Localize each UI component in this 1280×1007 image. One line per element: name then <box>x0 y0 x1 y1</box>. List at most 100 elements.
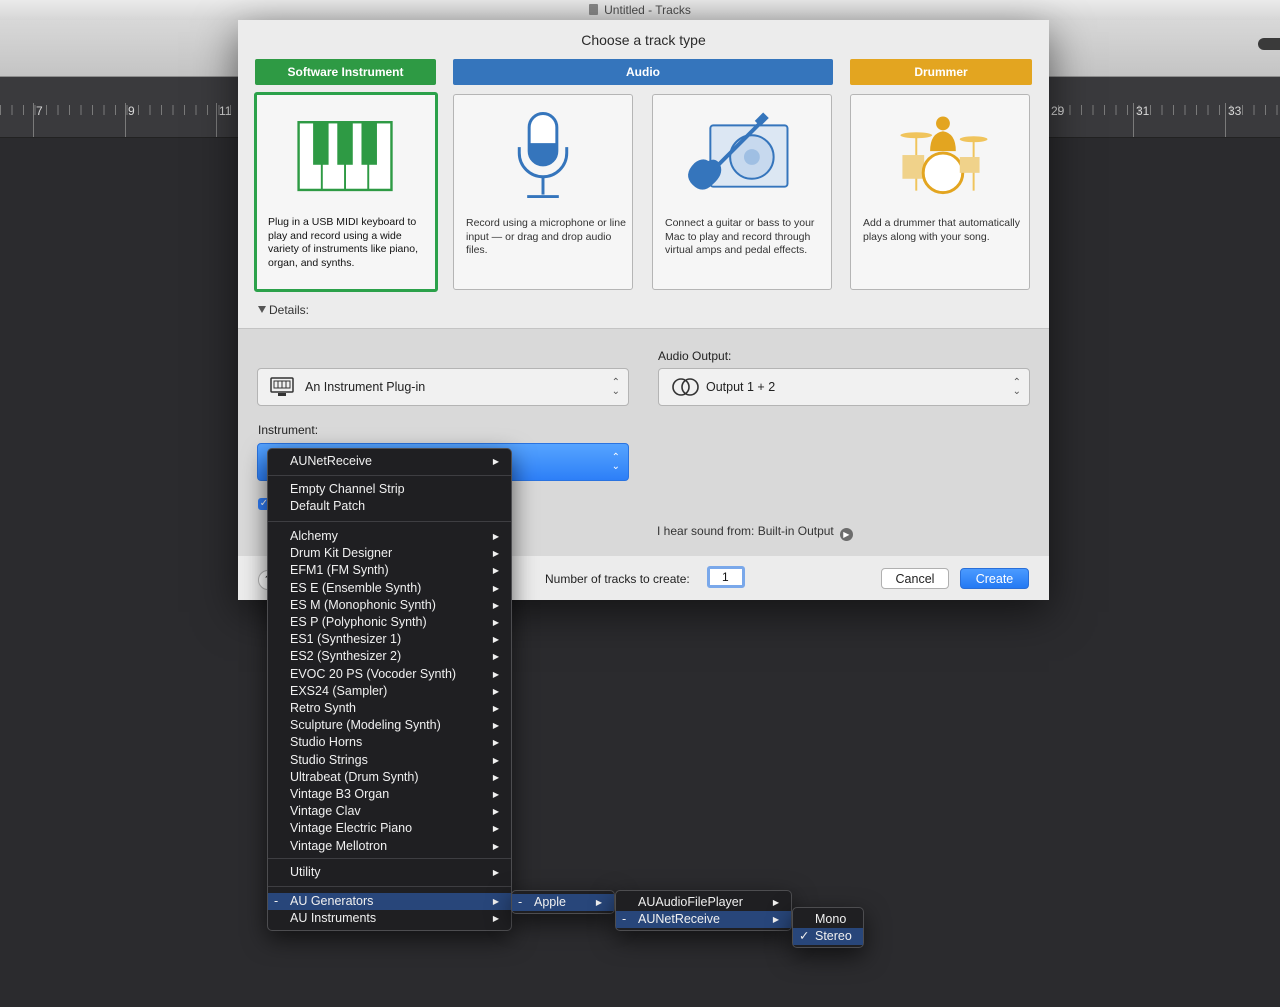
menu-item-label: Vintage Clav <box>290 804 361 819</box>
menu-item-label: AU Instruments <box>290 911 377 925</box>
au-generator-menu: AUAudioFilePlayer ▶ - AUNetReceive ▶ <box>615 890 792 931</box>
popup-chevron-icon: ⌃ ⌄ <box>611 377 620 397</box>
menu-item-label: Utility <box>290 865 321 879</box>
audio-header[interactable]: Audio <box>453 59 833 85</box>
menu-item-instrument[interactable]: ES P (Polyphonic Synth) ▶ <box>268 614 511 631</box>
details-disclosure[interactable]: Details: <box>258 303 309 317</box>
audio-microphone-card[interactable]: Record using a microphone or line input … <box>453 94 633 290</box>
ruler-bar-line <box>216 103 217 137</box>
ruler-bar-number: 7 <box>36 104 43 118</box>
piano-keys-icon <box>297 121 393 192</box>
menu-item-label: Empty Channel Strip <box>290 482 405 496</box>
menu-item-instrument[interactable]: Alchemy ▶ <box>268 528 511 545</box>
menu-item-instrument[interactable]: ES2 (Synthesizer 2) ▶ <box>268 648 511 665</box>
menu-item-label: AUAudioFilePlayer <box>638 895 743 909</box>
software-instrument-header[interactable]: Software Instrument <box>255 59 436 85</box>
instrument-plugin-popup[interactable]: An Instrument Plug-in ⌃ ⌄ <box>257 368 629 406</box>
menu-item-au-instruments[interactable]: AU Instruments ▶ <box>268 910 511 927</box>
menu-item-label: Vintage B3 Organ <box>290 787 390 801</box>
submenu-arrow-icon: ▶ <box>492 755 499 765</box>
menu-item-apple[interactable]: - Apple ▶ <box>512 894 614 911</box>
plugin-popup-value: An Instrument Plug-in <box>305 380 426 394</box>
menu-item-auaudiofileplayer[interactable]: AUAudioFilePlayer ▶ <box>616 894 791 911</box>
audio-output-popup[interactable]: Output 1 + 2 ⌃ ⌄ <box>658 368 1030 406</box>
menu-item-instrument[interactable]: Vintage Clav ▶ <box>268 803 511 820</box>
menu-item-instrument[interactable]: Retro Synth ▶ <box>268 700 511 717</box>
menu-item-label: Retro Synth <box>290 701 357 715</box>
menu-item-aunetreceive[interactable]: AUNetReceive ▶ <box>268 453 511 470</box>
ruler-bar-line <box>33 103 34 137</box>
menu-item-stereo[interactable]: ✓ Stereo <box>793 928 863 945</box>
hear-sound-from[interactable]: I hear sound from: Built-in Output ▶ <box>657 524 853 541</box>
popup-chevron-icon: ⌃ ⌄ <box>611 452 620 472</box>
menu-item-label: Alchemy <box>290 529 338 543</box>
submenu-arrow-icon: ▶ <box>492 807 499 817</box>
submenu-arrow-icon: ▶ <box>492 652 499 662</box>
submenu-arrow-icon: ▶ <box>492 738 499 748</box>
submenu-arrow-icon: ▶ <box>492 790 499 799</box>
menu-item-label: ES1 (Synthesizer 1) <box>290 632 402 647</box>
submenu-arrow-icon: ▶ <box>492 914 499 923</box>
submenu-arrow-icon: ▶ <box>772 915 779 924</box>
menu-item-instrument[interactable]: Vintage Electric Piano ▶ <box>268 820 511 837</box>
menu-item-instrument[interactable]: EVOC 20 PS (Vocoder Synth) ▶ <box>268 666 511 683</box>
menu-item-instrument[interactable]: EXS24 (Sampler) ▶ <box>268 683 511 700</box>
menu-item-label: ES M (Monophonic Synth) <box>290 597 436 612</box>
checkmark-icon: ✓ <box>799 929 810 943</box>
menu-separator <box>268 886 511 887</box>
menu-item-aunetreceive-generator[interactable]: - AUNetReceive ▶ <box>616 911 791 928</box>
menu-item-label: Ultrabeat (Drum Synth) <box>290 769 419 784</box>
keyboard-icon <box>270 377 294 396</box>
menu-item-label: Default Patch <box>290 499 366 513</box>
submenu-arrow-icon: ▶ <box>492 532 499 541</box>
audio-guitar-card[interactable]: Connect a guitar or bass to your Mac to … <box>652 94 832 290</box>
submenu-arrow-icon: ▶ <box>492 686 499 696</box>
menu-item-instrument[interactable]: Sculpture (Modeling Synth) ▶ <box>268 717 511 734</box>
cancel-button[interactable]: Cancel <box>881 568 949 589</box>
menu-item-instrument[interactable]: ES M (Monophonic Synth) ▶ <box>268 597 511 614</box>
drummer-card[interactable]: Add a drummer that automatically plays a… <box>850 94 1030 290</box>
au-manufacturer-menu: - Apple ▶ <box>511 890 615 914</box>
audio-output-label: Audio Output: <box>658 349 732 363</box>
menu-item-instrument[interactable]: Vintage Mellotron ▶ <box>268 838 511 855</box>
instrument-menu: AUNetReceive ▶ Empty Channel Strip Defaul… <box>267 448 512 931</box>
menu-item-label: Stereo <box>815 929 852 943</box>
submenu-arrow-icon: ▶ <box>492 721 499 731</box>
window-titlebar: Untitled - Tracks <box>0 0 1280 21</box>
submenu-arrow-icon: ▶ <box>595 898 602 907</box>
output-popup-value: Output 1 + 2 <box>706 380 776 394</box>
tracks-count-label: Number of tracks to create: <box>545 572 690 586</box>
menu-item-label: Studio Horns <box>290 735 363 750</box>
menu-item-instrument[interactable]: Drum Kit Designer ▶ <box>268 545 511 562</box>
menu-item-empty-channel-strip[interactable]: Empty Channel Strip <box>268 481 511 498</box>
menu-item-instrument[interactable]: Studio Strings ▶ <box>268 752 511 769</box>
menu-item-instrument[interactable]: Vintage B3 Organ ▶ <box>268 786 511 803</box>
menu-item-instrument[interactable]: Studio Horns ▶ <box>268 734 511 751</box>
menu-item-mono[interactable]: Mono <box>793 911 863 928</box>
channel-format-menu: Mono ✓ Stereo <box>792 907 864 948</box>
menu-item-default-patch[interactable]: Default Patch <box>268 498 511 515</box>
ruler-bar-number: 9 <box>128 104 135 118</box>
submenu-arrow-icon: ▶ <box>492 897 499 906</box>
card-description: Plug in a USB MIDI keyboard to play and … <box>268 216 418 269</box>
submenu-arrow-icon: ▶ <box>492 549 499 559</box>
software-instrument-card[interactable]: Plug in a USB MIDI keyboard to play and … <box>254 92 438 292</box>
menu-item-instrument[interactable]: ES E (Ensemble Synth) ▶ <box>268 580 511 597</box>
submenu-arrow-icon: ▶ <box>492 457 499 466</box>
menu-item-label: EFM1 (FM Synth) <box>290 563 389 578</box>
menu-item-label: Vintage Electric Piano <box>290 821 413 836</box>
menu-item-instrument[interactable]: EFM1 (FM Synth) ▶ <box>268 562 511 579</box>
menu-item-au-generators[interactable]: - AU Generators ▶ <box>268 893 511 910</box>
menu-item-instrument[interactable]: Ultrabeat (Drum Synth) ▶ <box>268 769 511 786</box>
tracks-count-input[interactable]: 1 <box>707 566 745 588</box>
menu-separator <box>268 475 511 476</box>
menu-item-label: AUNetReceive <box>290 454 372 468</box>
menu-item-utility[interactable]: Utility ▶ <box>268 864 511 881</box>
drummer-header[interactable]: Drummer <box>850 59 1032 85</box>
right-arrow-icon[interactable]: ▶ <box>839 528 853 541</box>
card-description: Connect a guitar or bass to your Mac to … <box>665 217 815 256</box>
create-button[interactable]: Create <box>960 568 1029 589</box>
menu-separator <box>268 858 511 859</box>
menu-item-instrument[interactable]: ES1 (Synthesizer 1) ▶ <box>268 631 511 648</box>
volume-knob[interactable] <box>1258 38 1280 50</box>
